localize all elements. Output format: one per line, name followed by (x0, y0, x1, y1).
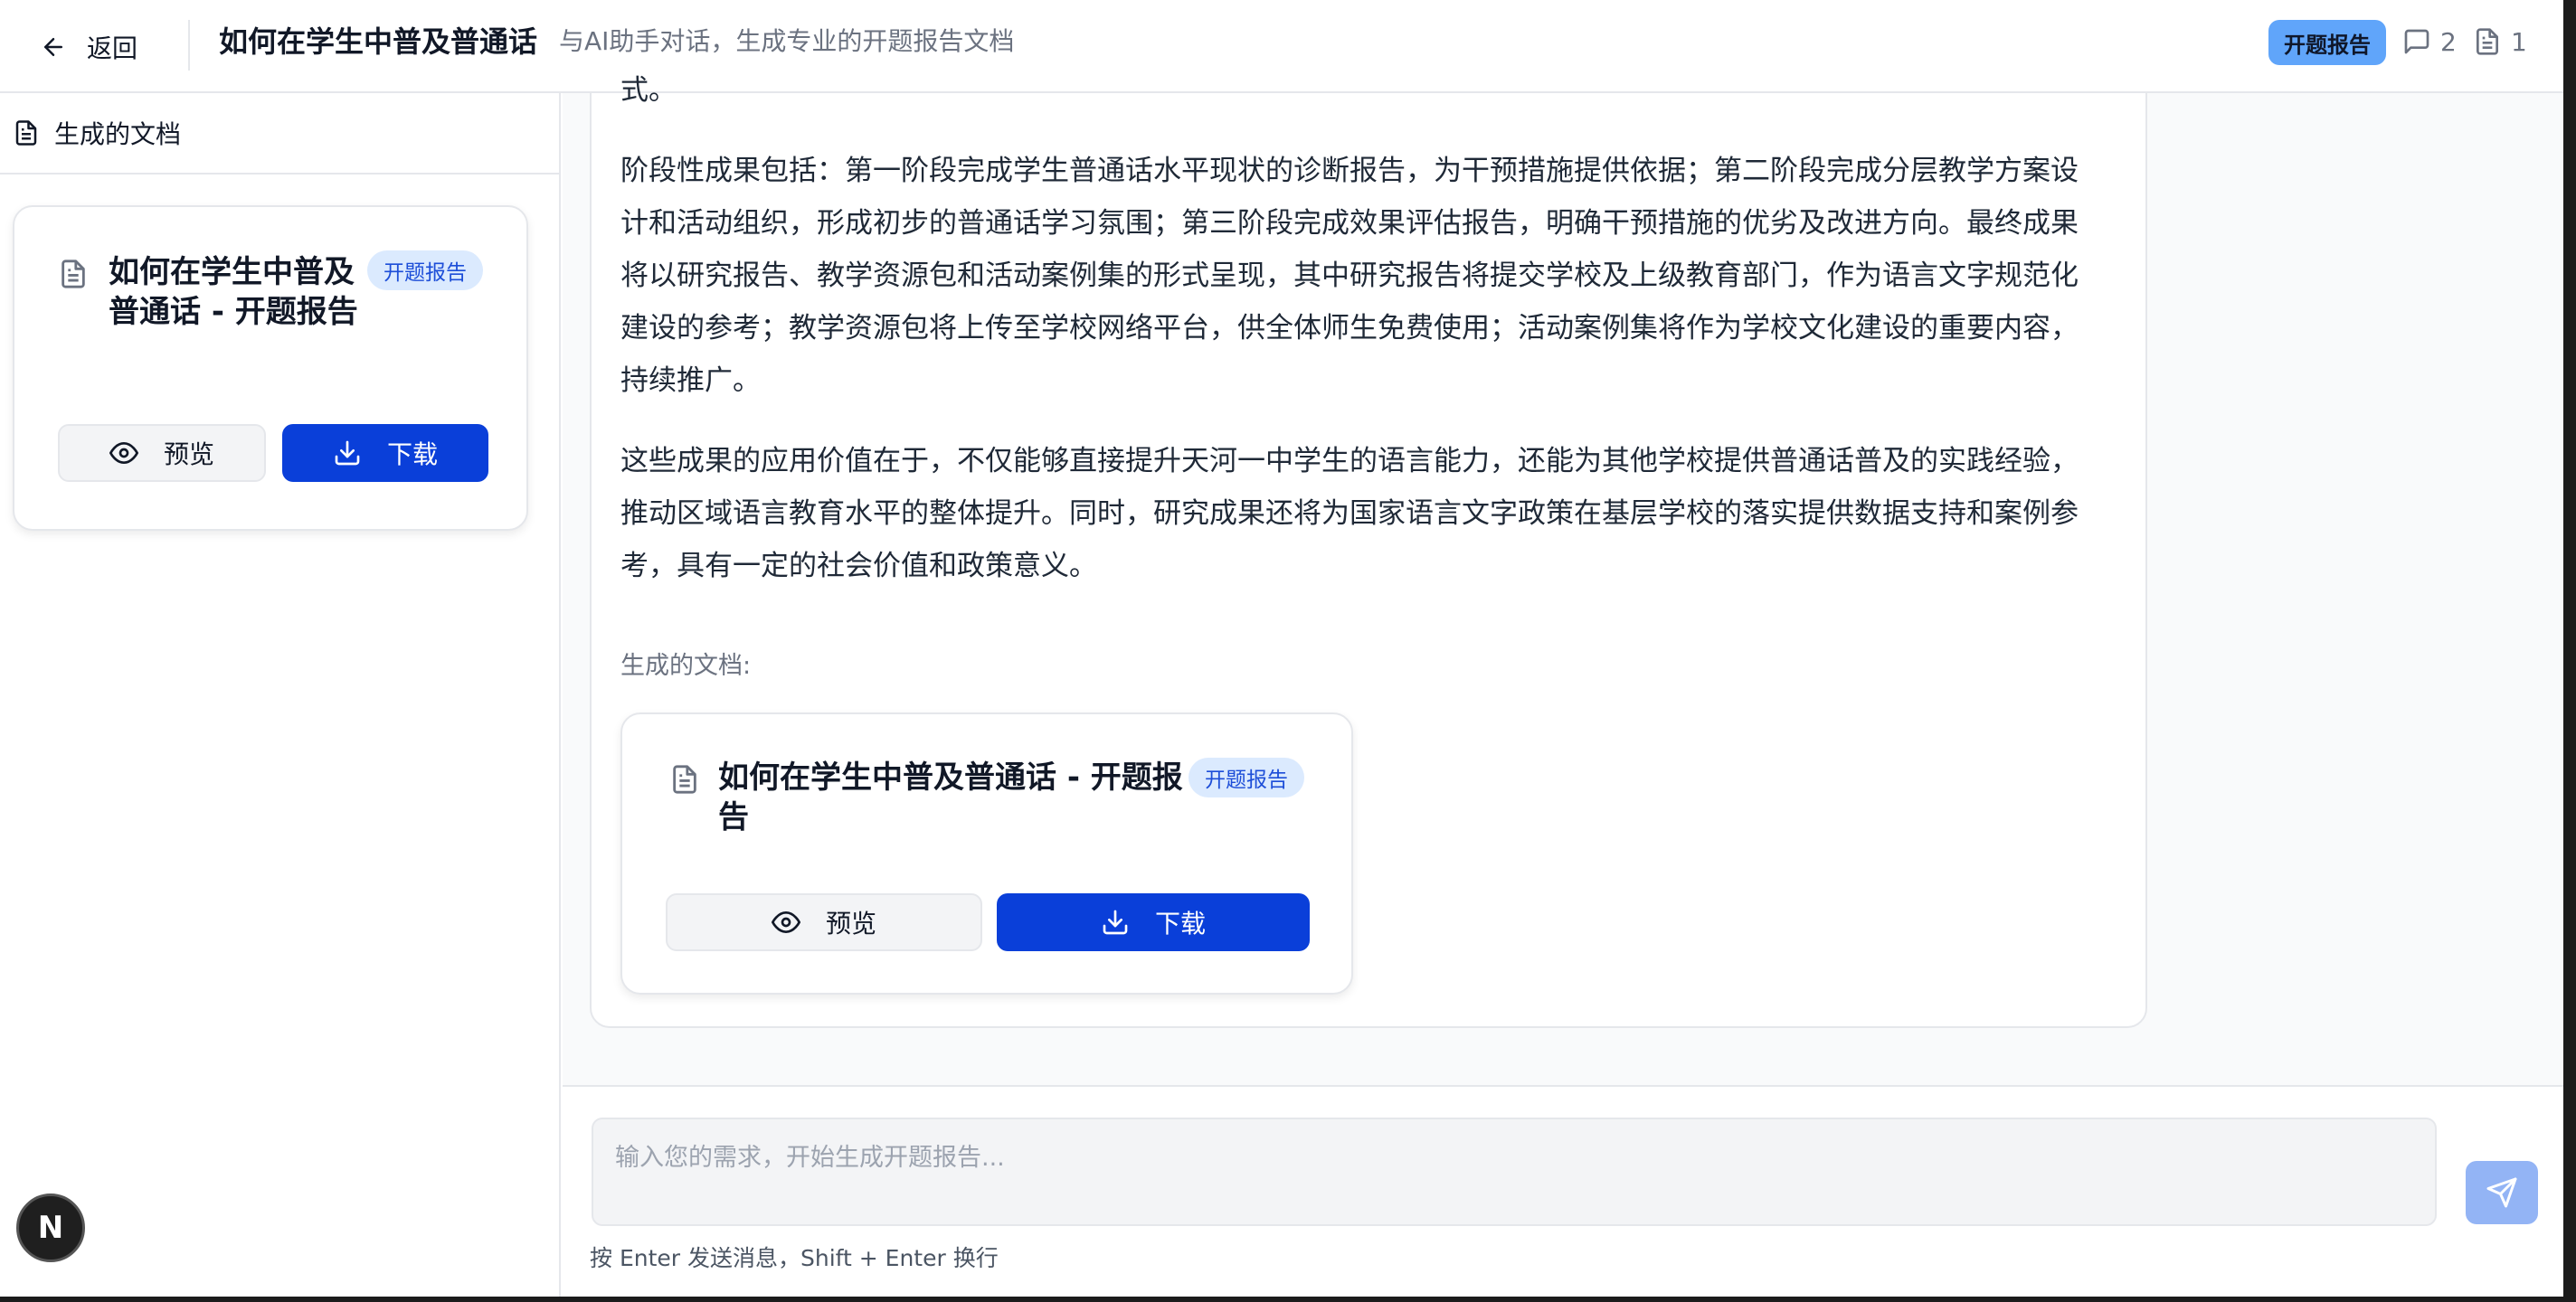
back-label: 返回 (87, 33, 138, 63)
message-paragraph: 阶段性成果包括：第一阶段完成学生普通话水平现状的诊断报告，为干预措施提供依据；第… (620, 155, 2079, 397)
send-icon (2486, 1177, 2517, 1208)
eye-icon (771, 910, 800, 934)
preview-label: 预览 (163, 439, 214, 469)
generated-documents-label: 生成的文档: (620, 652, 752, 680)
file-text-icon (15, 120, 37, 146)
header-divider (188, 20, 190, 71)
message-paragraph: 这些成果的应用价值在于，不仅能够直接提升天河一中学生的语言能力，还能为其他学校提… (620, 445, 2079, 582)
preview-button[interactable]: 预览 (666, 893, 982, 951)
download-icon (1103, 910, 1128, 935)
message-icon (2404, 29, 2429, 54)
document-type-badge: 开题报告 (2268, 20, 2386, 65)
nextjs-dev-badge[interactable]: N (16, 1194, 85, 1262)
download-icon (335, 440, 360, 466)
document-count-value: 1 (2511, 26, 2527, 57)
file-text-icon (2477, 28, 2498, 55)
message-count: 2 (2402, 25, 2457, 58)
window-edge (2563, 0, 2576, 1302)
document-icon (62, 259, 85, 288)
arrow-left-icon (44, 38, 62, 56)
preview-button[interactable]: 预览 (58, 424, 266, 482)
sidebar: 生成的文档 如何在学生中普及普通话 - 开题报告 开题报告 预览 下载 (0, 93, 561, 1297)
message-document-card[interactable]: 如何在学生中普及普通话 - 开题报告 开题报告 预览 下载 (620, 712, 1353, 995)
document-type-badge: 开题报告 (1189, 758, 1304, 797)
document-count: 1 (2473, 25, 2527, 58)
document-title: 如何在学生中普及普通话 - 开题报告 (718, 760, 1183, 835)
document-type-badge: 开题报告 (367, 250, 483, 290)
download-label: 下载 (1154, 909, 1206, 939)
input-hint: 按 Enter 发送消息，Shift + Enter 换行 (590, 1245, 999, 1271)
page-subtitle: 与AI助手对话，生成专业的开题报告文档 (559, 26, 1015, 56)
download-button[interactable]: 下载 (282, 424, 488, 482)
eye-icon (109, 441, 138, 465)
back-button[interactable]: 返回 (40, 24, 137, 71)
sidebar-header: 生成的文档 (0, 93, 559, 175)
document-icon (673, 765, 696, 794)
message-partial-line: 式。 (620, 74, 677, 107)
sidebar-document-card[interactable]: 如何在学生中普及普通话 - 开题报告 开题报告 预览 下载 (13, 205, 528, 531)
sidebar-heading: 生成的文档 (54, 119, 182, 149)
download-label: 下载 (386, 439, 438, 469)
message-count-value: 2 (2440, 26, 2457, 57)
message-input[interactable] (592, 1118, 2437, 1226)
preview-label: 预览 (825, 909, 876, 939)
page-title: 如何在学生中普及普通话 (219, 24, 538, 59)
window-edge (0, 1297, 2576, 1302)
send-button[interactable] (2466, 1161, 2538, 1224)
download-button[interactable]: 下载 (997, 893, 1310, 951)
composer: 按 Enter 发送消息，Shift + Enter 换行 (563, 1085, 2563, 1297)
document-title: 如何在学生中普及普通话 - 开题报告 (109, 254, 358, 330)
